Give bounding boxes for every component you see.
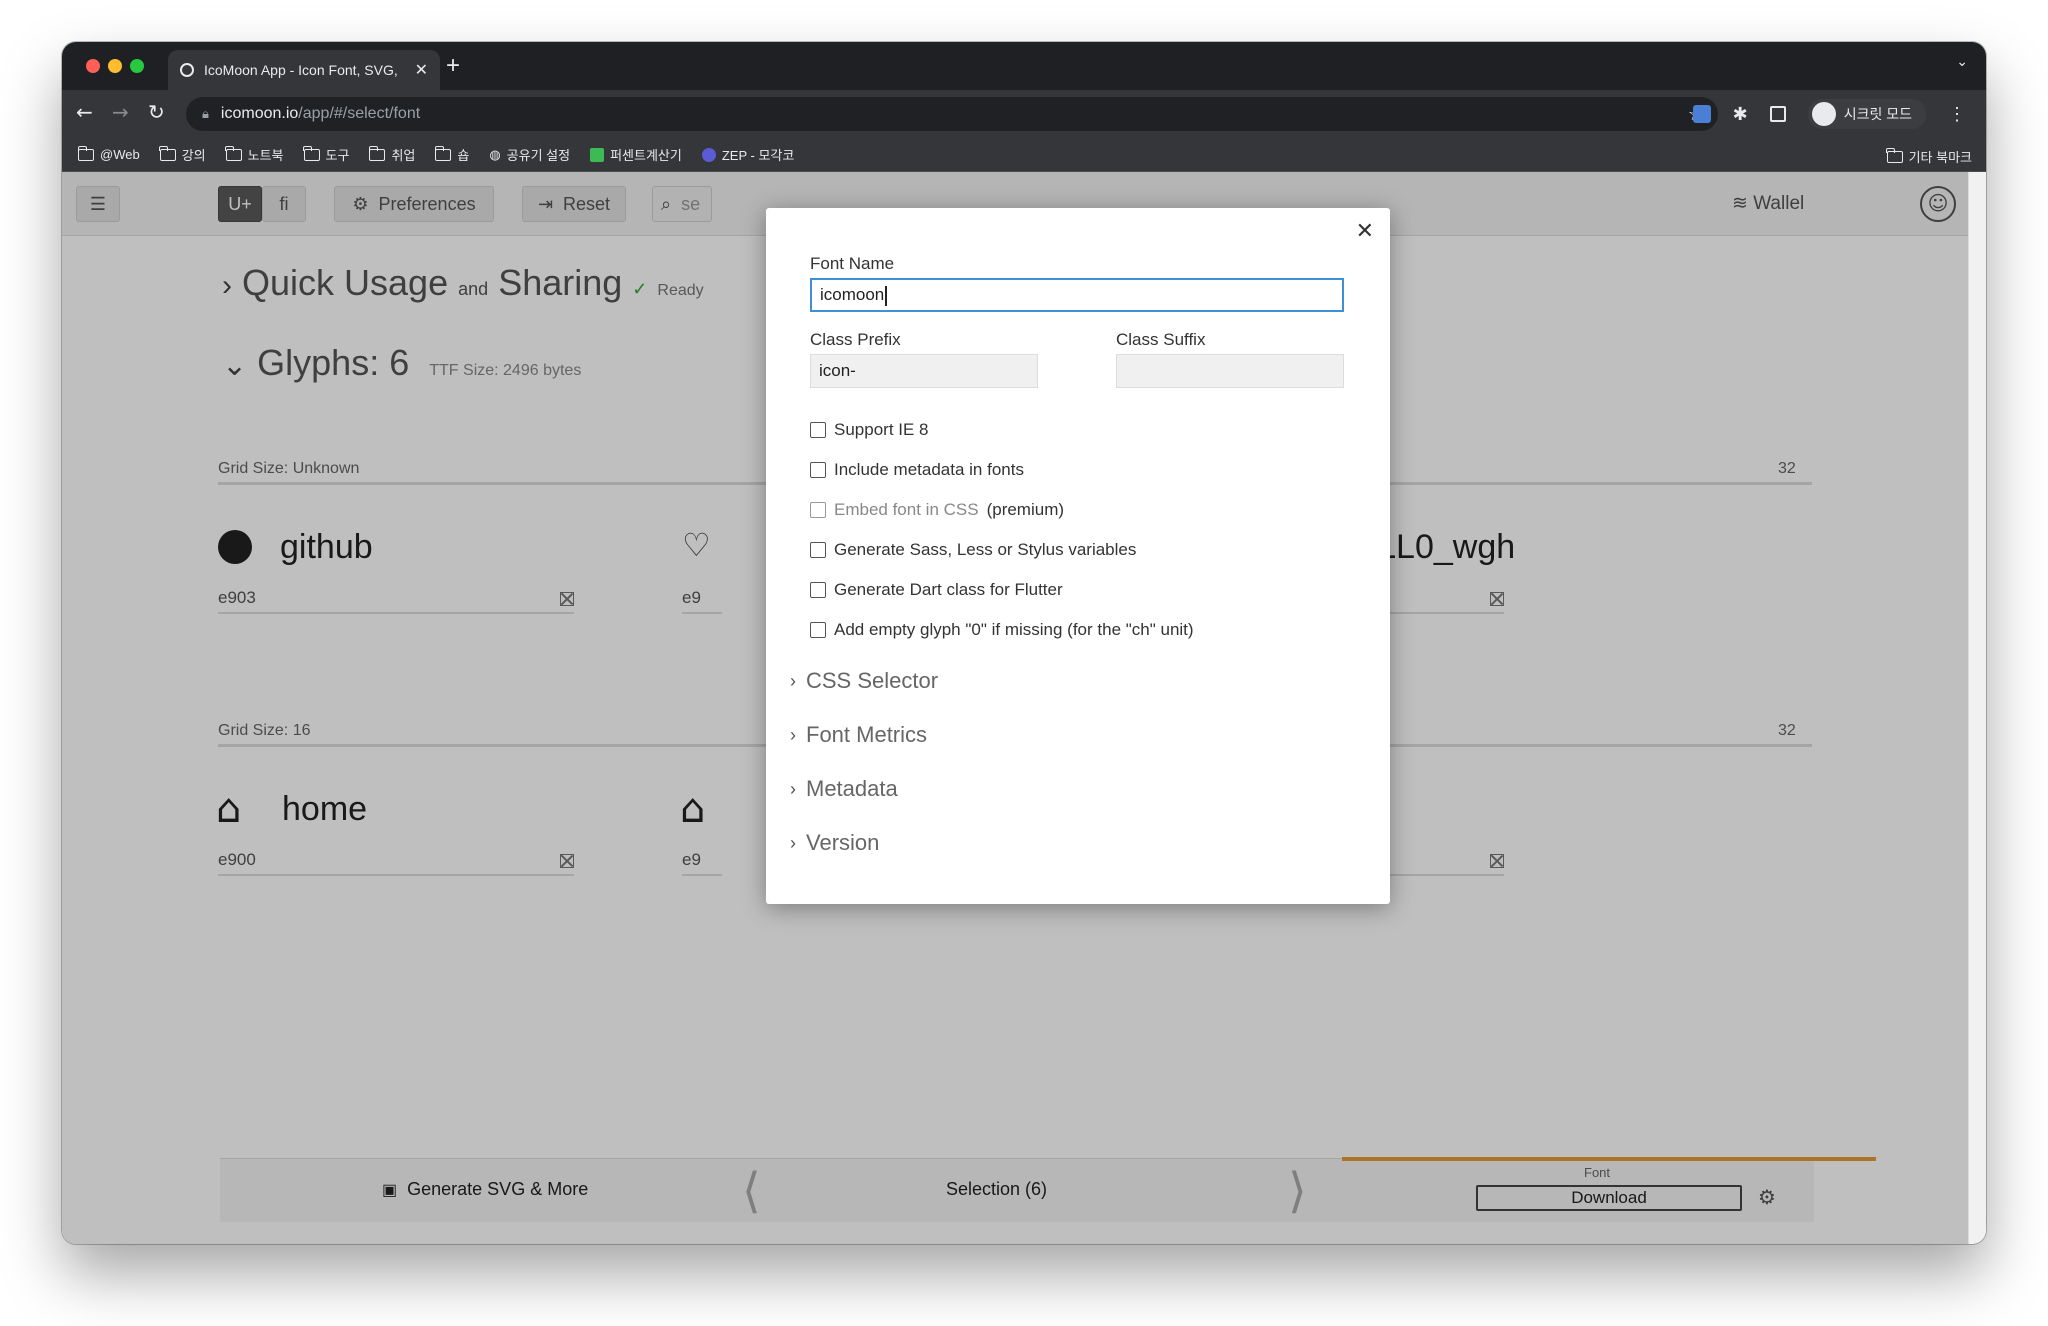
version-section[interactable]: › Version [790,830,879,856]
close-window-button[interactable] [86,59,100,73]
class-suffix-label: Class Suffix [1116,330,1206,349]
minimize-window-button[interactable] [108,59,122,73]
url-host: icomoon.io [220,105,299,122]
bookmark-shop[interactable]: 숍 [434,145,469,164]
class-suffix-input[interactable] [1116,354,1344,388]
font-metrics-section[interactable]: › Font Metrics [790,722,927,748]
folder-icon [77,145,94,161]
text-caret [885,285,887,306]
browser-toolbar: ← → ↻ 🔒︎ icomoon.io /app/#/select/font ☆… [62,90,1986,138]
browser-window: IcoMoon App - Icon Font, SVG, ✕ + ⌄ ← → … [62,42,1986,1244]
generate-sass-checkbox[interactable]: Generate Sass, Less or Stylus variables [810,540,1136,560]
bookmark-other[interactable]: 기타 북마크 [1886,147,1972,166]
checkbox-box [810,422,826,438]
zep-favicon-icon [701,147,716,162]
lock-icon: 🔒︎ [202,106,209,121]
checkbox-box [810,462,826,478]
class-prefix-label: Class Prefix [810,330,901,349]
font-name-label: Font Name [810,254,895,273]
close-dialog-icon[interactable]: ✕ [1356,218,1374,244]
browser-tab[interactable]: IcoMoon App - Icon Font, SVG, ✕ [168,50,440,90]
checkbox-box [810,502,826,518]
folder-icon [159,145,176,161]
side-panel-icon[interactable] [1769,106,1786,122]
include-metadata-checkbox[interactable]: Include metadata in fonts [810,460,1024,480]
maximize-window-button[interactable] [130,59,144,73]
puzzle-extensions-icon[interactable]: ✱ [1733,104,1748,125]
close-tab-icon[interactable]: ✕ [415,60,428,80]
bookmark-percent-calculator[interactable]: 퍼센트계산기 [590,145,682,164]
back-arrow-icon[interactable]: ← [76,100,93,124]
tab-search-chevron-icon[interactable]: ⌄ [1956,54,1968,70]
checkbox-box [810,582,826,598]
class-prefix-input[interactable]: icon- [810,354,1038,388]
checkbox-box [810,542,826,558]
metadata-section[interactable]: › Metadata [790,776,898,802]
translate-extension-icon[interactable] [1692,105,1711,123]
globe-icon: ◍ [489,146,501,162]
folder-icon [303,145,320,161]
address-bar[interactable]: 🔒︎ icomoon.io /app/#/select/font ☆ [186,97,1718,131]
bookmark-router-settings[interactable]: ◍ 공유기 설정 [489,145,570,164]
chevron-right-icon: › [790,832,796,853]
new-tab-icon[interactable]: + [446,52,460,80]
bookmark-jobs[interactable]: 취업 [368,145,415,164]
calculator-favicon-icon [590,147,605,162]
embed-font-checkbox[interactable]: Embed font in CSS (premium) [810,500,1064,520]
chevron-right-icon: › [790,670,796,691]
generate-dart-checkbox[interactable]: Generate Dart class for Flutter [810,580,1063,600]
support-ie8-checkbox[interactable]: Support IE 8 [810,420,929,440]
bookmark-tools[interactable]: 도구 [303,145,349,164]
add-empty-glyph-checkbox[interactable]: Add empty glyph "0" if missing (for the … [810,620,1194,640]
bookmark-notebook[interactable]: 노트북 [225,145,284,164]
font-name-input[interactable]: icomoon [810,278,1344,312]
folder-icon [368,145,386,161]
tab-title: IcoMoon App - Icon Font, SVG, [204,62,398,78]
incognito-profile-button[interactable]: 시크릿 모드 [1807,99,1926,129]
bookmark-lecture[interactable]: 강의 [159,145,206,164]
icomoon-favicon-icon [180,63,194,77]
chevron-right-icon: › [790,724,796,745]
reload-icon[interactable]: ↻ [148,100,165,124]
bookmarks-bar: @Web 강의 노트북 도구 취업 숍 ◍ 공유기 설정 퍼센트계산기 ZEP -… [62,138,1986,172]
extensions-area: ✱ 시크릿 모드 ⋮ [1692,90,1986,138]
css-selector-section[interactable]: › CSS Selector [790,668,938,694]
forward-arrow-icon[interactable]: → [112,100,129,124]
folder-icon [1886,147,1903,163]
bookmark-web[interactable]: @Web [77,145,140,162]
incognito-avatar-icon [1811,102,1836,126]
folder-icon [434,145,452,161]
font-preferences-dialog: ✕ Font Name icomoon Class Prefix icon- C… [766,208,1390,904]
incognito-label: 시크릿 모드 [1843,106,1912,122]
browser-menu-icon[interactable]: ⋮ [1948,104,1966,125]
page-scrollbar[interactable] [1968,172,1986,1244]
checkbox-box [810,622,826,638]
bookmark-zep[interactable]: ZEP - 모각코 [701,145,794,164]
folder-icon [225,145,242,161]
title-bar: IcoMoon App - Icon Font, SVG, ✕ + ⌄ [62,42,1986,90]
url-path: /app/#/select/font [298,105,421,122]
chevron-right-icon: › [790,778,796,799]
